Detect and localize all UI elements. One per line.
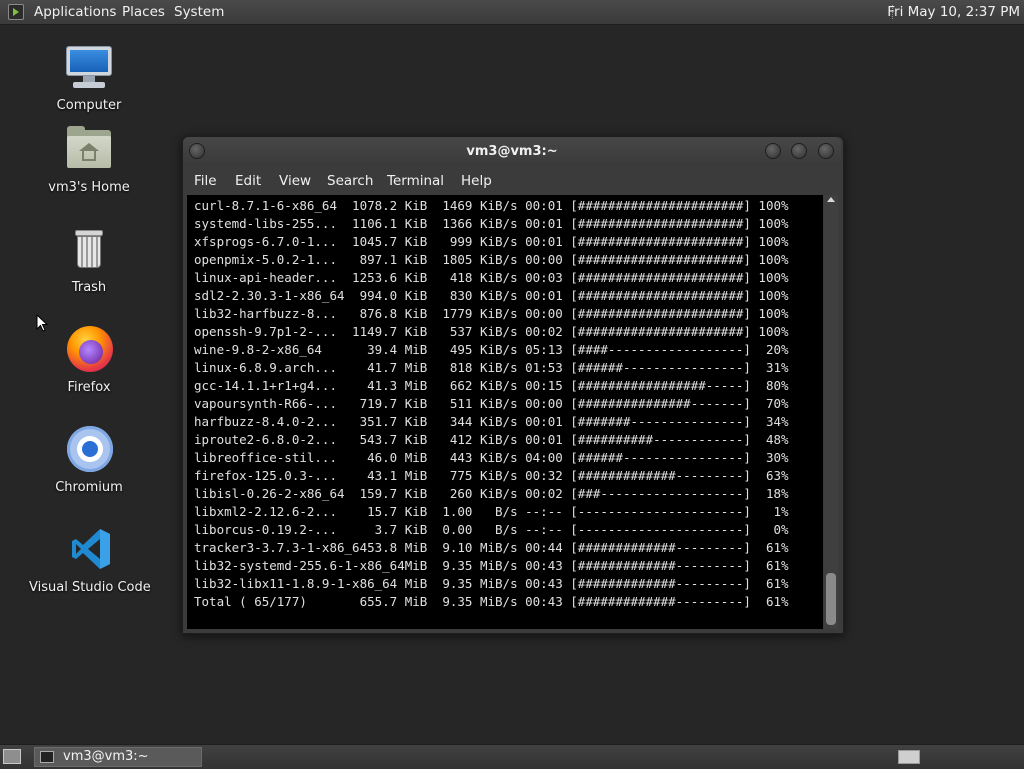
top-panel: Applications Places System Fri May 10, 2…	[0, 0, 1024, 25]
scrollbar-thumb[interactable]	[826, 573, 836, 625]
trash-icon	[63, 226, 115, 274]
menu-help[interactable]: Help	[461, 167, 492, 195]
desktop-icon-computer[interactable]: Computer	[29, 44, 149, 113]
applications-menu[interactable]: Applications	[34, 0, 116, 24]
menu-search[interactable]: Search	[327, 167, 373, 195]
terminal-line: lib32-systemd-255.6-1-x86_64MiB 9.35 MiB…	[194, 558, 789, 573]
window-titlebar[interactable]: vm3@vm3:~	[183, 137, 841, 167]
desktop-icon-label: vm3's Home	[48, 180, 130, 195]
terminal-line: tracker3-3.7.3-1-x86_6453.8 MiB 9.10 MiB…	[194, 540, 789, 555]
desktop-icon-trash[interactable]: Trash	[29, 226, 149, 295]
mouse-pointer-icon	[36, 314, 49, 332]
terminal-line: openssh-9.7p1-2-... 1149.7 KiB 537 KiB/s…	[194, 324, 789, 339]
terminal-line: harfbuzz-8.4.0-2... 351.7 KiB 344 KiB/s …	[194, 414, 789, 429]
terminal-line: libisl-0.26-2-x86_64 159.7 KiB 260 KiB/s…	[194, 486, 789, 501]
terminal-line: iproute2-6.8.0-2... 543.7 KiB 412 KiB/s …	[194, 432, 789, 447]
menu-terminal[interactable]: Terminal	[387, 167, 444, 195]
desktop-icon-label: Computer	[56, 98, 122, 113]
desktop-icon-label: Trash	[71, 280, 107, 295]
home-folder-icon	[63, 126, 115, 174]
terminal-window[interactable]: vm3@vm3:~ File Edit View Search Terminal…	[182, 136, 844, 634]
terminal-line: libxml2-2.12.6-2... 15.7 KiB 1.00 B/s --…	[194, 504, 789, 519]
close-button[interactable]	[818, 143, 834, 159]
terminal-line: xfsprogs-6.7.0-1... 1045.7 KiB 999 KiB/s…	[194, 234, 789, 249]
terminal-icon	[40, 751, 54, 763]
scroll-up-arrow-icon[interactable]	[827, 197, 835, 202]
terminal-line: linux-6.8.9.arch... 41.7 MiB 818 KiB/s 0…	[194, 360, 789, 375]
terminal-line: firefox-125.0.3-... 43.1 MiB 775 KiB/s 0…	[194, 468, 789, 483]
computer-icon	[63, 44, 115, 92]
terminal-line: liborcus-0.19.2-... 3.7 KiB 0.00 B/s --:…	[194, 522, 789, 537]
terminal-line: systemd-libs-255... 1106.1 KiB 1366 KiB/…	[194, 216, 789, 231]
desktop-icon-chromium[interactable]: Chromium	[29, 426, 149, 495]
terminal-line: libreoffice-stil... 46.0 MiB 443 KiB/s 0…	[194, 450, 789, 465]
terminal-menubar: File Edit View Search Terminal Help	[183, 167, 841, 195]
terminal-line: sdl2-2.30.3-1-x86_64 994.0 KiB 830 KiB/s…	[194, 288, 789, 303]
terminal-line: vapoursynth-R66-... 719.7 KiB 511 KiB/s …	[194, 396, 789, 411]
taskbar-item-label: vm3@vm3:~	[63, 749, 149, 764]
desktop-icon-firefox[interactable]: Firefox	[29, 326, 149, 395]
terminal-scrollbar[interactable]	[824, 195, 838, 629]
terminal-line: wine-9.8-2-x86_64 39.4 MiB 495 KiB/s 05:…	[194, 342, 789, 357]
menu-edit[interactable]: Edit	[235, 167, 261, 195]
terminal-output[interactable]: curl-8.7.1-6-x86_64 1078.2 KiB 1469 KiB/…	[187, 195, 823, 629]
terminal-line: gcc-14.1.1+r1+g4... 41.3 MiB 662 KiB/s 0…	[194, 378, 789, 393]
minimize-button[interactable]	[765, 143, 781, 159]
system-menu[interactable]: System	[174, 0, 224, 24]
menu-view[interactable]: View	[279, 167, 311, 195]
desktop-icon-label: Visual Studio Code	[29, 580, 151, 595]
clock[interactable]: Fri May 10, 2:37 PM	[887, 0, 1020, 24]
applications-menu-icon[interactable]	[8, 4, 24, 20]
desktop-icon-label: Firefox	[67, 380, 111, 395]
terminal-line: Total ( 65/177) 655.7 MiB 9.35 MiB/s 00:…	[194, 594, 789, 609]
chromium-icon	[63, 426, 115, 474]
terminal-line: lib32-harfbuzz-8... 876.8 KiB 1779 KiB/s…	[194, 306, 789, 321]
show-desktop-icon[interactable]	[3, 749, 21, 764]
desktop-icon-label: Chromium	[55, 480, 123, 495]
terminal-text: curl-8.7.1-6-x86_64 1078.2 KiB 1469 KiB/…	[194, 197, 789, 611]
workspace-switcher[interactable]	[898, 750, 920, 764]
places-menu[interactable]: Places	[122, 0, 165, 24]
taskbar-item-terminal[interactable]: vm3@vm3:~	[34, 747, 202, 767]
desktop-icon-vscode[interactable]: Visual Studio Code	[29, 526, 151, 595]
window-title: vm3@vm3:~	[466, 144, 558, 159]
terminal-line: linux-api-header... 1253.6 KiB 418 KiB/s…	[194, 270, 789, 285]
terminal-line: openpmix-5.0.2-1... 897.1 KiB 1805 KiB/s…	[194, 252, 789, 267]
maximize-button[interactable]	[791, 143, 807, 159]
vscode-icon	[63, 526, 115, 574]
bottom-panel: vm3@vm3:~	[0, 744, 1024, 769]
terminal-line: curl-8.7.1-6-x86_64 1078.2 KiB 1469 KiB/…	[194, 198, 789, 213]
terminal-line: lib32-libx11-1.8.9-1-x86_64 MiB 9.35 MiB…	[194, 576, 789, 591]
desktop-icon-home[interactable]: vm3's Home	[29, 126, 149, 195]
firefox-icon	[63, 326, 115, 374]
menu-file[interactable]: File	[194, 167, 217, 195]
